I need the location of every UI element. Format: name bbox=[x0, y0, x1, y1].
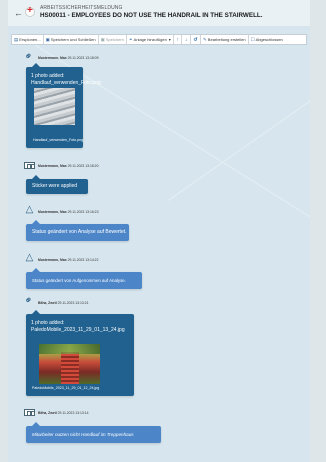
note-bubble[interactable]: Mitarbeiter nutzen nicht Handlauf im Tre… bbox=[26, 422, 161, 443]
attachment-bubble[interactable]: 1 photo added: Handlauf_verwenden_Foto.p… bbox=[26, 63, 101, 148]
add-attachment-button[interactable]: ⚭ Anlage hinzufügen ▾ bbox=[127, 35, 174, 44]
entry-author: Mustermann, Max bbox=[38, 56, 67, 60]
refresh-button[interactable]: ↺ bbox=[191, 35, 202, 44]
entry-author: Bilha, Zweil bbox=[38, 411, 57, 415]
photo-caption: Handlauf_verwenden_Foto.png bbox=[33, 138, 84, 142]
entry-timestamp: 29.11.2023 13:16:23 bbox=[67, 210, 99, 214]
entry-author: Mustermann, Max bbox=[38, 210, 67, 214]
status-bubble[interactable]: Status geändert von Aufgenommen auf Anal… bbox=[26, 268, 142, 289]
entry-author: Mustermann, Max bbox=[38, 164, 67, 168]
entry-timestamp: 29.11.2023 13:18:09 bbox=[67, 56, 99, 60]
attachment-file-name: PaledoMobile_2023_11_29_01_13_24.jpg bbox=[31, 327, 125, 333]
move-up-button[interactable]: ↑ bbox=[174, 35, 183, 44]
red-cross-logo bbox=[25, 5, 35, 17]
refresh-icon: ↺ bbox=[193, 36, 198, 43]
attachment-bubble[interactable]: 1 photo added: PaledoMobile_2023_11_29_0… bbox=[26, 310, 134, 396]
status-change-icon: △ bbox=[25, 204, 34, 215]
photo-thumbnail[interactable] bbox=[34, 88, 75, 125]
create-edit-button[interactable]: ✎ Bearbeitung erstellen bbox=[201, 35, 249, 44]
note-text: Mitarbeiter nutzen nicht Handlauf im Tre… bbox=[32, 432, 134, 437]
background-decoration bbox=[168, 27, 310, 201]
note-text: Sticker were applied bbox=[32, 183, 78, 189]
chevron-down-icon: ▾ bbox=[168, 37, 171, 42]
paperclip-icon: ⚭ bbox=[22, 293, 36, 308]
record-title: HS00011 - EMPLOYEES DO NOT USE THE HANDR… bbox=[40, 12, 263, 19]
arrow-left-icon[interactable]: ← bbox=[14, 8, 23, 18]
arrow-up-icon: ↑ bbox=[176, 36, 179, 43]
entry-timestamp: 29.11.2023 13:14:22 bbox=[67, 258, 99, 262]
entry-meta: Bilha, Zweil 29.11.2023 13:13:21 bbox=[38, 301, 88, 305]
arrow-down-icon: ↓ bbox=[184, 36, 188, 43]
save-and-close-button[interactable]: ▣ Speichern und Schließen bbox=[44, 35, 99, 44]
entry-timestamp: 29.11.2023 13:18:20 bbox=[67, 164, 99, 168]
entry-meta: Bilha, Zweil 29.11.2023 13:13:14 bbox=[38, 411, 88, 415]
save-button[interactable]: ▣ Speichern bbox=[99, 35, 127, 44]
check-icon: ☐ bbox=[250, 36, 255, 42]
edit-icon: ✎ bbox=[203, 36, 207, 42]
sticker-icon bbox=[24, 162, 35, 169]
completed-button[interactable]: ☐ Abgeschlossen bbox=[249, 35, 285, 44]
note-bubble[interactable]: Sticker were applied bbox=[26, 175, 88, 194]
paperclip-icon: ⚭ bbox=[128, 36, 133, 42]
status-bubble[interactable]: Status geändert von Analyse auf Bewertet… bbox=[26, 220, 129, 241]
save-icon: ▣ bbox=[100, 36, 105, 42]
attachment-text-line: 1 photo added: bbox=[31, 73, 65, 79]
photo-caption: PaledoMobile_2023_11_29_01_12_24.jpg bbox=[32, 386, 100, 390]
entry-meta: Mustermann, Max 29.11.2023 13:18:20 bbox=[38, 164, 98, 168]
document-icon: ▤ bbox=[14, 36, 19, 42]
attachment-text-line: 1 photo added: bbox=[31, 320, 65, 326]
note-icon bbox=[24, 409, 35, 416]
entry-timestamp: 29.11.2023 13:13:14 bbox=[57, 411, 89, 415]
status-text: Status geändert von Analyse auf Bewertet… bbox=[32, 229, 127, 235]
status-change-icon: △ bbox=[25, 252, 34, 263]
entry-timestamp: 29.11.2023 13:13:21 bbox=[57, 301, 89, 305]
entry-meta: Mustermann, Max 29.11.2023 13:14:22 bbox=[38, 258, 98, 262]
record-window: ← ARBEITSSICHERHEITSMELDUNG HS00011 - EM… bbox=[8, 0, 310, 462]
save-close-icon: ▣ bbox=[45, 36, 50, 42]
entry-author: Bilha, Zweil bbox=[38, 301, 57, 305]
explore-button[interactable]: ▤ Ersplonen... bbox=[12, 35, 44, 44]
attachment-file-name: Handlauf_verwenden_Foto.png bbox=[31, 80, 101, 86]
entry-meta: Mustermann, Max 29.11.2023 13:18:09 bbox=[38, 56, 98, 60]
record-type-label: ARBEITSSICHERHEITSMELDUNG bbox=[40, 5, 123, 11]
entry-author: Mustermann, Max bbox=[38, 258, 67, 262]
photo-thumbnail[interactable] bbox=[39, 344, 100, 384]
record-header: ← ARBEITSSICHERHEITSMELDUNG HS00011 - EM… bbox=[8, 0, 310, 26]
move-down-button[interactable]: ↓ bbox=[182, 35, 191, 44]
command-bar: ▤ Ersplonen... ▣ Speichern und Schließen… bbox=[11, 34, 307, 45]
status-text: Status geändert von Aufgenommen auf Anal… bbox=[32, 278, 126, 283]
entry-meta: Mustermann, Max 29.11.2023 13:16:23 bbox=[38, 210, 98, 214]
